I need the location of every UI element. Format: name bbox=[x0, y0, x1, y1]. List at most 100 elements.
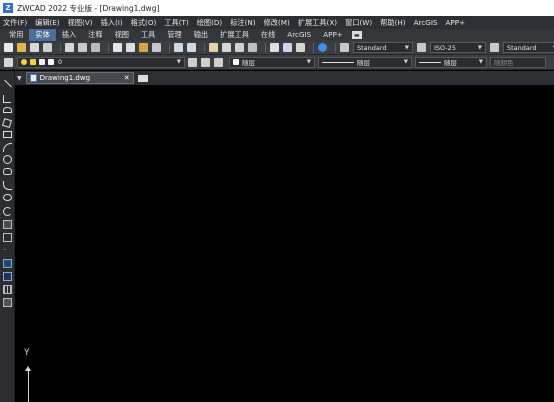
print-preview-icon[interactable] bbox=[78, 43, 87, 52]
menu-arcgis[interactable]: ArcGIS bbox=[414, 18, 438, 27]
tab-online[interactable]: 在线 bbox=[255, 29, 281, 41]
plotstyle-value: 随颜色 bbox=[494, 59, 514, 67]
menu-file[interactable]: 文件(F) bbox=[3, 18, 27, 28]
point-icon[interactable]: ·· bbox=[3, 246, 12, 255]
save-as-icon[interactable] bbox=[43, 43, 52, 52]
lineweight-value: 随层 bbox=[444, 59, 457, 67]
linetype-value: 随层 bbox=[357, 59, 370, 67]
linetype-select[interactable]: 随层 ▼ bbox=[318, 56, 412, 68]
chevron-down-icon: ▼ bbox=[477, 44, 482, 51]
chevron-down-icon: ▼ bbox=[403, 59, 408, 65]
plotstyle-select[interactable]: 随颜色 bbox=[490, 56, 546, 68]
layer-state-icon[interactable] bbox=[214, 57, 223, 67]
menu-express-tools[interactable]: 扩展工具(X) bbox=[298, 18, 337, 28]
tab-tools[interactable]: 工具 bbox=[135, 29, 161, 41]
tab-view[interactable]: 视图 bbox=[109, 29, 135, 41]
menu-tools[interactable]: 工具(T) bbox=[164, 18, 188, 28]
arc-icon[interactable] bbox=[3, 107, 12, 113]
window-title: ZWCAD 2022 专业版 - [Drawing1.dwg] bbox=[17, 3, 160, 13]
tab-manage[interactable]: 管理 bbox=[161, 29, 187, 41]
tab-insert[interactable]: 插入 bbox=[56, 29, 82, 41]
color-select[interactable]: 随层 ▼ bbox=[229, 56, 315, 68]
document-tab-drawing1[interactable]: Drawing1.dwg ✕ bbox=[25, 72, 134, 84]
pan-icon[interactable] bbox=[209, 43, 218, 52]
rectangle-icon[interactable] bbox=[3, 131, 12, 138]
menu-draw[interactable]: 绘图(D) bbox=[197, 18, 223, 28]
dim-style-select[interactable]: ISO-25 ▼ bbox=[430, 42, 486, 53]
text-style-icon bbox=[340, 43, 349, 52]
tab-list-chevron-icon[interactable]: ▼ bbox=[17, 75, 22, 82]
tab-express-tools[interactable]: 扩展工具 bbox=[214, 29, 255, 41]
menu-help[interactable]: 帮助(H) bbox=[380, 18, 405, 28]
menu-appplus[interactable]: APP+ bbox=[446, 18, 466, 27]
lineweight-select[interactable]: 随层 ▼ bbox=[415, 56, 487, 68]
new-file-icon[interactable] bbox=[4, 43, 13, 52]
line-icon[interactable] bbox=[4, 79, 12, 88]
tab-annotate[interactable]: 注释 bbox=[82, 29, 108, 41]
hatch-icon[interactable] bbox=[3, 259, 12, 268]
polygon-icon[interactable] bbox=[1, 117, 13, 129]
menu-insert[interactable]: 插入(I) bbox=[101, 18, 123, 28]
tab-appplus[interactable]: APP+ bbox=[317, 29, 349, 41]
toolbar-divider bbox=[108, 42, 109, 53]
undo-icon[interactable] bbox=[174, 43, 183, 52]
copy-icon[interactable] bbox=[126, 43, 135, 52]
title-bar: Z ZWCAD 2022 专业版 - [Drawing1.dwg] bbox=[0, 0, 554, 16]
zoom-realtime-icon[interactable] bbox=[222, 43, 231, 52]
help-icon[interactable] bbox=[318, 43, 327, 52]
open-file-icon[interactable] bbox=[17, 43, 26, 52]
menu-view[interactable]: 视图(V) bbox=[68, 18, 93, 28]
menu-format[interactable]: 格式(O) bbox=[131, 18, 157, 28]
polyline-icon[interactable] bbox=[3, 95, 11, 103]
table-icon[interactable] bbox=[3, 285, 12, 294]
insert-block-icon[interactable] bbox=[3, 220, 12, 229]
ribbon-minimize-icon[interactable]: ▬ bbox=[351, 31, 362, 39]
unlocked-icon bbox=[39, 59, 45, 65]
layer-manager-icon[interactable] bbox=[4, 57, 13, 67]
menu-window[interactable]: 窗口(W) bbox=[345, 18, 372, 28]
save-icon[interactable] bbox=[30, 43, 39, 52]
ellipse-arc-icon[interactable] bbox=[3, 207, 12, 216]
paste-icon[interactable] bbox=[139, 43, 148, 52]
tab-output[interactable]: 输出 bbox=[188, 29, 214, 41]
properties-icon[interactable] bbox=[270, 43, 279, 52]
tab-solid[interactable]: 实体 bbox=[29, 29, 56, 41]
new-tab-icon[interactable] bbox=[137, 74, 148, 82]
match-properties-icon[interactable] bbox=[152, 43, 161, 52]
chevron-down-icon: ▼ bbox=[404, 44, 409, 51]
spline-icon[interactable] bbox=[3, 181, 12, 190]
multiline-text-icon[interactable] bbox=[3, 298, 12, 307]
gradient-icon[interactable] bbox=[3, 272, 12, 281]
print-icon[interactable] bbox=[65, 43, 74, 52]
lightbulb-icon bbox=[21, 59, 27, 65]
make-block-icon[interactable] bbox=[3, 233, 12, 242]
zoom-window-icon[interactable] bbox=[235, 43, 244, 52]
make-layer-current-icon[interactable] bbox=[188, 57, 197, 67]
redo-icon[interactable] bbox=[187, 43, 196, 52]
table-style-icon bbox=[490, 43, 499, 52]
circle-icon[interactable] bbox=[3, 155, 12, 164]
publish-icon[interactable] bbox=[91, 43, 100, 52]
menu-dimension[interactable]: 标注(N) bbox=[230, 18, 255, 28]
layer-value: 0 bbox=[58, 58, 63, 66]
tab-home[interactable]: 常用 bbox=[3, 29, 29, 41]
table-style-select[interactable]: Standard▼ bbox=[503, 42, 554, 53]
arc-tool-icon[interactable] bbox=[3, 143, 12, 152]
layer-select[interactable]: 0 ▼ bbox=[17, 56, 185, 68]
cut-icon[interactable] bbox=[113, 43, 122, 52]
layer-previous-icon[interactable] bbox=[201, 57, 210, 67]
toolbar-divider bbox=[335, 42, 336, 53]
text-style-value: Standard bbox=[357, 43, 387, 52]
text-style-select[interactable]: Standard ▼ bbox=[353, 42, 413, 53]
tool-palettes-icon[interactable] bbox=[296, 43, 305, 52]
menu-modify[interactable]: 修改(M) bbox=[264, 18, 290, 28]
menu-edit[interactable]: 编辑(E) bbox=[35, 18, 60, 28]
ellipse-icon[interactable] bbox=[3, 194, 12, 201]
drawing-canvas[interactable] bbox=[15, 85, 554, 402]
zoom-previous-icon[interactable] bbox=[248, 43, 257, 52]
close-icon[interactable]: ✕ bbox=[124, 74, 130, 82]
revision-cloud-icon[interactable] bbox=[3, 168, 12, 175]
design-center-icon[interactable] bbox=[283, 43, 292, 52]
table-style-value: Standard bbox=[507, 43, 537, 52]
tab-arcgis[interactable]: ArcGIS bbox=[281, 29, 317, 41]
